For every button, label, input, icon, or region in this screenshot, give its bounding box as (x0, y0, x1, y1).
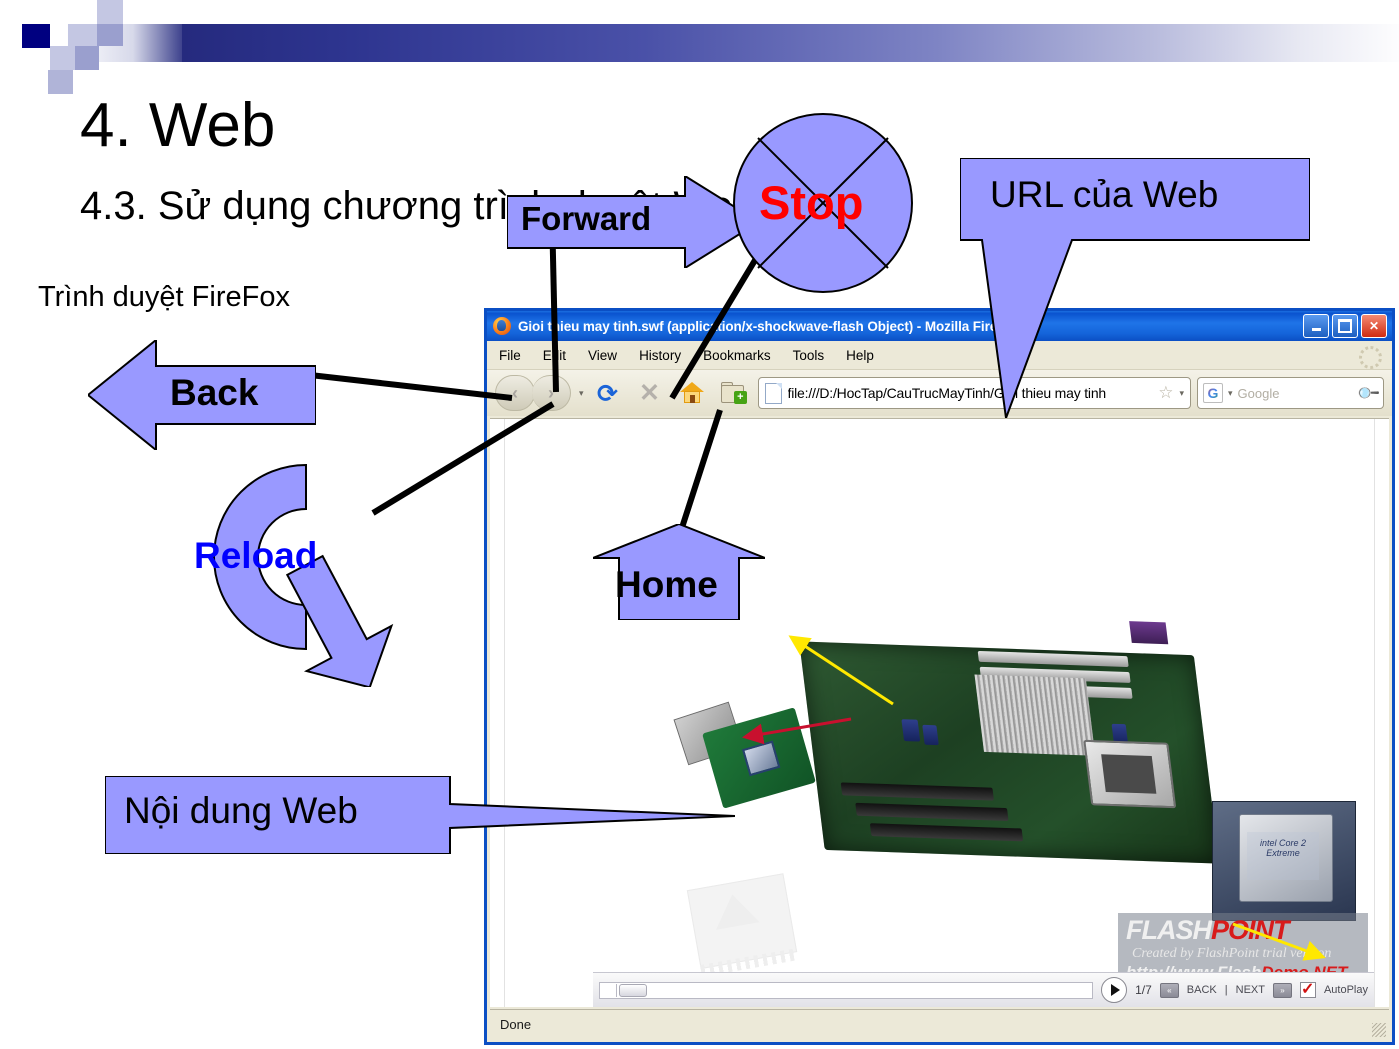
browser-name-label: Trình duyệt FireFox (38, 281, 290, 313)
page-document-icon (764, 382, 782, 404)
back-button[interactable]: ‹ (495, 375, 535, 411)
forward-button[interactable]: › (532, 375, 571, 411)
autoplay-checkbox[interactable] (1299, 979, 1316, 999)
browser-viewport: intel Core 2 Extreme FLASHPOINT Created … (490, 418, 1389, 1007)
deco-square (75, 46, 99, 70)
deco-square-navy (22, 24, 50, 48)
flash-player-controls[interactable]: 1/7 « BACK | NEXT » AutoPlay (593, 972, 1374, 1007)
maximize-button[interactable] (1332, 314, 1358, 338)
callout-reload: Reload (188, 455, 418, 689)
callout-content-label: Nội dung Web (124, 790, 358, 831)
flash-seek-slider[interactable] (599, 981, 1094, 999)
close-icon: ✕ (1368, 319, 1380, 333)
callout-url-label: URL của Web (990, 174, 1219, 215)
reload-icon: ⟳ (597, 378, 618, 408)
search-icon[interactable]: 🔍 (1356, 380, 1381, 406)
menu-item-bookmarks[interactable]: Bookmarks (703, 348, 771, 363)
slide-header-decoration (0, 0, 1399, 94)
folder-plus-icon: + (720, 382, 747, 404)
stop-icon: ✕ (639, 378, 660, 407)
firefox-window[interactable]: Gioi thieu may tinh.swf (application/x-s… (484, 308, 1395, 1045)
resize-grip-icon[interactable] (1372, 1023, 1386, 1037)
maximize-icon (1338, 319, 1352, 333)
firefox-logo-icon (493, 317, 511, 335)
window-title-text: Gioi thieu may tinh.swf (application/x-s… (518, 318, 1018, 334)
slide-canvas: 4. Web 4.3. Sử dụng chương trình duyệt W… (0, 0, 1399, 1049)
menu-item-history[interactable]: History (639, 348, 681, 363)
stop-button[interactable]: ✕ (632, 376, 668, 410)
callout-forward-label: Forward (521, 200, 652, 237)
callout-back: Back (86, 337, 317, 453)
home-icon (679, 382, 704, 404)
slide-counter: 1/7 (1135, 983, 1152, 997)
deco-square (48, 70, 73, 94)
deco-square (68, 24, 97, 46)
window-controls[interactable]: ✕ (1303, 314, 1387, 338)
header-gradient-bar (182, 24, 1399, 62)
throbber-icon (1359, 346, 1382, 369)
callout-content: Nội dung Web (104, 775, 736, 855)
menu-item-help[interactable]: Help (846, 348, 874, 363)
back-arrow-icon: ‹ (512, 383, 518, 403)
callout-stop-label: Stop (759, 176, 864, 229)
home-button[interactable] (674, 376, 710, 410)
nav-separator: | (1224, 984, 1228, 996)
status-bar: Done (490, 1009, 1389, 1039)
callout-url: URL của Web (959, 157, 1311, 419)
menu-item-tools[interactable]: Tools (793, 348, 825, 363)
prev-icon[interactable]: « (1159, 982, 1179, 998)
minimize-icon (1311, 328, 1321, 331)
callout-reload-label: Reload (194, 535, 318, 576)
next-icon[interactable]: » (1272, 982, 1292, 998)
menu-item-edit[interactable]: Edit (543, 348, 566, 363)
menu-item-file[interactable]: File (499, 348, 521, 363)
content-pointer-arrows (742, 635, 1326, 961)
callout-home: Home (592, 522, 766, 621)
callout-back-label: Back (170, 372, 259, 413)
history-dropdown-icon[interactable]: ▾ (579, 388, 584, 399)
autoplay-label[interactable]: AutoPlay (1324, 984, 1368, 996)
callout-home-label: Home (615, 564, 718, 605)
next-label[interactable]: NEXT (1236, 984, 1265, 996)
play-button[interactable] (1101, 977, 1128, 1003)
play-icon (1111, 984, 1121, 996)
close-button[interactable]: ✕ (1361, 314, 1387, 338)
back-label[interactable]: BACK (1187, 984, 1217, 996)
reload-button[interactable]: ⟳ (590, 376, 626, 410)
status-text: Done (500, 1017, 532, 1032)
deco-square (50, 46, 75, 70)
page-scroll-area: intel Core 2 Extreme FLASHPOINT Created … (504, 419, 1375, 1007)
page-title: 4. Web (80, 91, 276, 160)
deco-square (97, 24, 123, 46)
new-tab-button[interactable]: + (716, 376, 752, 410)
flash-content-stage[interactable]: intel Core 2 Extreme FLASHPOINT Created … (593, 419, 1374, 1007)
seek-knob[interactable] (619, 983, 647, 997)
forward-arrow-icon: › (548, 383, 554, 403)
menu-item-view[interactable]: View (588, 348, 617, 363)
deco-square (97, 0, 123, 24)
callout-forward: Forward (506, 174, 761, 270)
callout-stop: Stop (732, 112, 914, 294)
